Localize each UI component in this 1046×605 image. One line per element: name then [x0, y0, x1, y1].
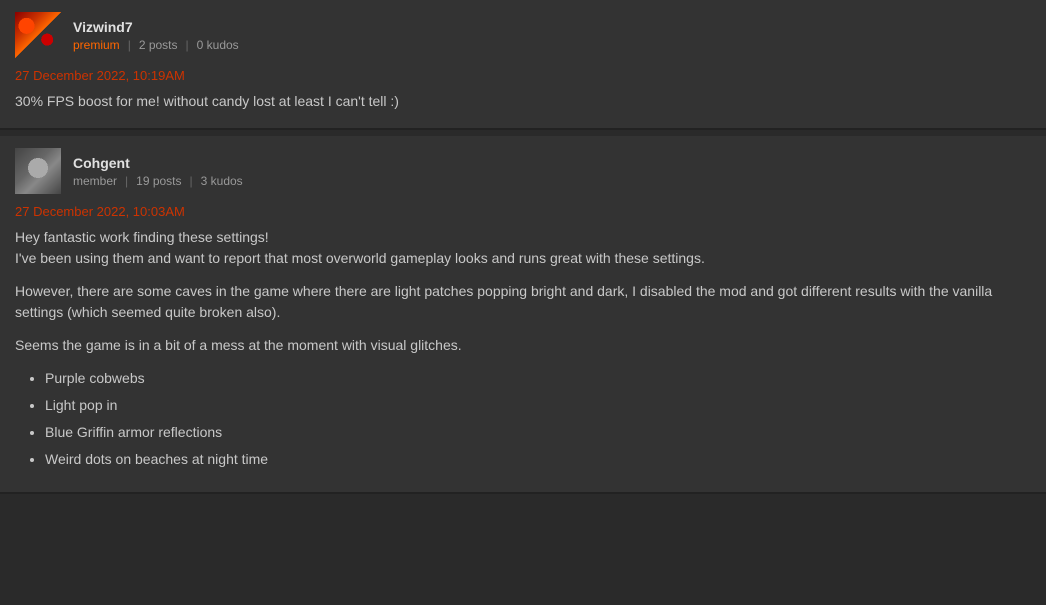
list-item-0: Purple cobwebs [45, 368, 1031, 389]
post-1-posts-count: 2 posts [139, 38, 178, 52]
post-2: Cohgent member | 19 posts | 3 kudos 27 D… [0, 136, 1046, 494]
post-2-list: Purple cobwebs Light pop in Blue Griffin… [15, 368, 1031, 470]
post-1-meta: premium | 2 posts | 0 kudos [73, 38, 239, 52]
list-item-3: Weird dots on beaches at night time [45, 449, 1031, 470]
post-1-kudos-count: 0 kudos [197, 38, 239, 52]
post-1-sep1: | [128, 38, 131, 52]
post-2-paragraph-2: Seems the game is in a bit of a mess at … [15, 335, 1031, 356]
post-1-user-info: Vizwind7 premium | 2 posts | 0 kudos [73, 19, 239, 52]
posts-container: Vizwind7 premium | 2 posts | 0 kudos 27 … [0, 0, 1046, 494]
post-2-badge: member [73, 174, 117, 188]
post-2-meta: member | 19 posts | 3 kudos [73, 174, 243, 188]
post-2-paragraph-0: Hey fantastic work finding these setting… [15, 227, 1031, 269]
post-2-user-info: Cohgent member | 19 posts | 3 kudos [73, 155, 243, 188]
post-2-avatar [15, 148, 61, 194]
post-1-content: 30% FPS boost for me! without candy lost… [15, 91, 1031, 112]
post-1-timestamp: 27 December 2022, 10:19AM [15, 68, 1031, 83]
post-2-posts-count: 19 posts [136, 174, 181, 188]
post-1-avatar [15, 12, 61, 58]
post-1-sep2: | [186, 38, 189, 52]
post-2-content: Hey fantastic work finding these setting… [15, 227, 1031, 470]
post-1-paragraph-0: 30% FPS boost for me! without candy lost… [15, 91, 1031, 112]
post-1-badge: premium [73, 38, 120, 52]
list-item-2: Blue Griffin armor reflections [45, 422, 1031, 443]
post-1: Vizwind7 premium | 2 posts | 0 kudos 27 … [0, 0, 1046, 130]
post-2-timestamp: 27 December 2022, 10:03AM [15, 204, 1031, 219]
post-2-username: Cohgent [73, 155, 243, 171]
post-1-username: Vizwind7 [73, 19, 239, 35]
post-2-sep2: | [190, 174, 193, 188]
post-2-sep1: | [125, 174, 128, 188]
post-2-header: Cohgent member | 19 posts | 3 kudos [15, 148, 1031, 194]
post-2-paragraph-1: However, there are some caves in the gam… [15, 281, 1031, 323]
post-1-header: Vizwind7 premium | 2 posts | 0 kudos [15, 12, 1031, 58]
list-item-1: Light pop in [45, 395, 1031, 416]
post-2-kudos-count: 3 kudos [201, 174, 243, 188]
